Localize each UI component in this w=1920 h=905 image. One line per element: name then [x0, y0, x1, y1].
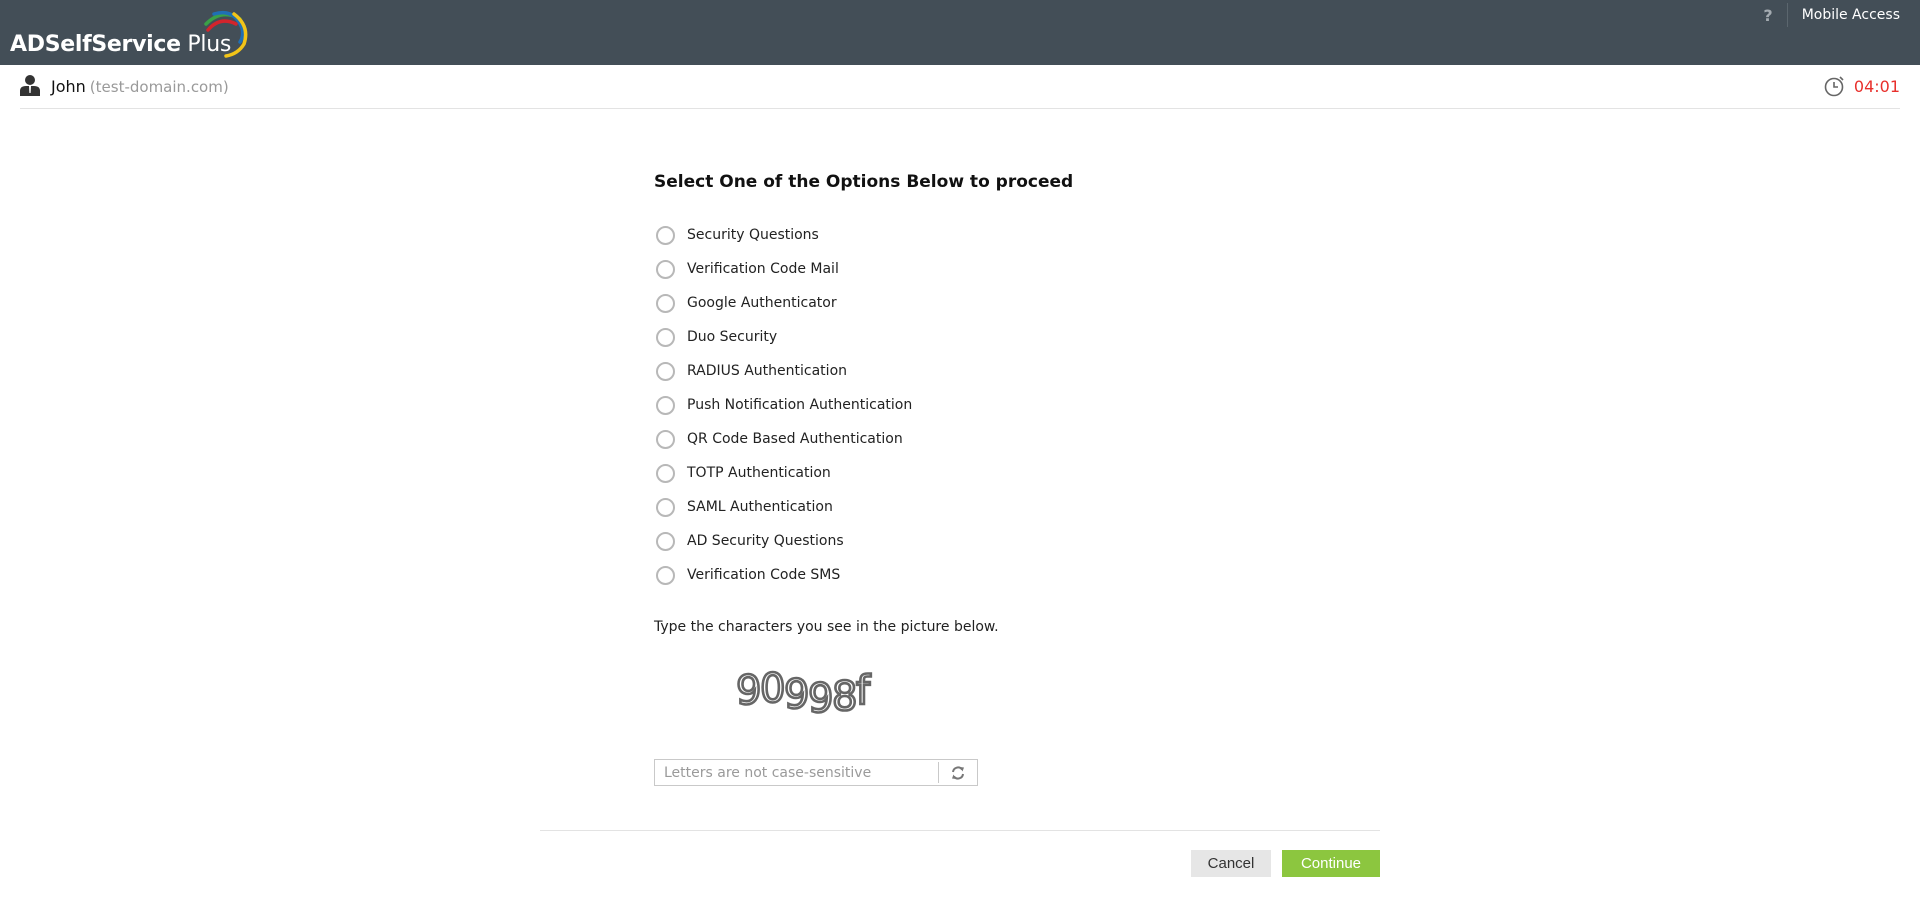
option-label: Verification Code SMS: [687, 567, 841, 583]
option-qr-code[interactable]: QR Code Based Authentication: [654, 422, 1374, 456]
radio-button[interactable]: [656, 429, 675, 449]
option-label: Push Notification Authentication: [687, 397, 913, 413]
option-duo-security[interactable]: Duo Security: [654, 320, 1374, 354]
clock-icon: [1824, 76, 1844, 97]
option-label: SAML Authentication: [687, 499, 833, 515]
user-icon: [20, 75, 40, 96]
option-label: Google Authenticator: [687, 295, 837, 311]
option-label: Verification Code Mail: [687, 261, 839, 277]
option-verification-code-mail[interactable]: Verification Code Mail: [654, 252, 1374, 286]
captcha-char: 9: [808, 676, 831, 722]
app-header: ADSelfService Plus ? Mobile Access: [0, 0, 1920, 65]
mobile-access-link[interactable]: Mobile Access: [1788, 6, 1920, 24]
option-verification-code-sms[interactable]: Verification Code SMS: [654, 558, 1374, 592]
radio-button[interactable]: [656, 327, 675, 347]
session-timer: 04:01: [1824, 75, 1900, 97]
auth-options-list: Security Questions Verification Code Mai…: [654, 218, 1374, 592]
radio-button[interactable]: [656, 497, 675, 517]
user-domain: (test-domain.com): [89, 78, 229, 96]
app-logo: ADSelfService Plus: [10, 10, 248, 58]
auth-method-panel: Select One of the Options Below to proce…: [654, 170, 1374, 786]
continue-button[interactable]: Continue: [1282, 850, 1380, 877]
option-saml[interactable]: SAML Authentication: [654, 490, 1374, 524]
captcha-prompt: Type the characters you see in the pictu…: [654, 619, 999, 635]
logo-text: ADSelfService Plus: [10, 34, 231, 58]
radio-button[interactable]: [656, 531, 675, 551]
option-label: Duo Security: [687, 329, 778, 345]
captcha-char: 9: [784, 672, 807, 718]
logo-text-bold: ADSelfService: [10, 32, 181, 57]
captcha-char: f: [856, 668, 871, 714]
captcha-input[interactable]: [655, 760, 938, 785]
radio-button[interactable]: [656, 293, 675, 313]
captcha-image: 90998f: [735, 665, 875, 724]
option-label: TOTP Authentication: [687, 465, 831, 481]
radio-button[interactable]: [656, 565, 675, 585]
radio-button[interactable]: [656, 225, 675, 245]
option-google-authenticator[interactable]: Google Authenticator: [654, 286, 1374, 320]
radio-button[interactable]: [656, 395, 675, 415]
timer-value: 04:01: [1853, 76, 1900, 96]
option-security-questions[interactable]: Security Questions: [654, 218, 1374, 252]
option-radius-authentication[interactable]: RADIUS Authentication: [654, 354, 1374, 388]
option-push-notification[interactable]: Push Notification Authentication: [654, 388, 1374, 422]
header-actions: ? Mobile Access: [1749, 0, 1920, 27]
refresh-captcha-button[interactable]: [938, 762, 977, 783]
logo-arcs-icon: [204, 10, 248, 58]
captcha-char: 0: [760, 666, 783, 712]
option-totp[interactable]: TOTP Authentication: [654, 456, 1374, 490]
user-name-line: John (test-domain.com): [51, 77, 229, 96]
cancel-button[interactable]: Cancel: [1191, 850, 1271, 877]
option-label: Security Questions: [687, 227, 819, 243]
user-bar: John (test-domain.com) 04:01: [20, 65, 1900, 109]
captcha-characters: 90998f: [736, 666, 871, 722]
captcha-input-group: [654, 759, 978, 786]
page-title: Select One of the Options Below to proce…: [654, 172, 1074, 192]
radio-button[interactable]: [656, 463, 675, 483]
option-ad-security-questions[interactable]: AD Security Questions: [654, 524, 1374, 558]
radio-button[interactable]: [656, 259, 675, 279]
help-icon[interactable]: ?: [1749, 3, 1788, 27]
option-label: AD Security Questions: [687, 533, 844, 549]
option-label: QR Code Based Authentication: [687, 431, 903, 447]
refresh-icon: [952, 765, 964, 780]
radio-button[interactable]: [656, 361, 675, 381]
captcha-char: 8: [832, 674, 855, 720]
captcha-char: 9: [736, 668, 759, 714]
footer-divider: [540, 830, 1380, 831]
user-name: John: [51, 77, 86, 96]
option-label: RADIUS Authentication: [687, 363, 848, 379]
